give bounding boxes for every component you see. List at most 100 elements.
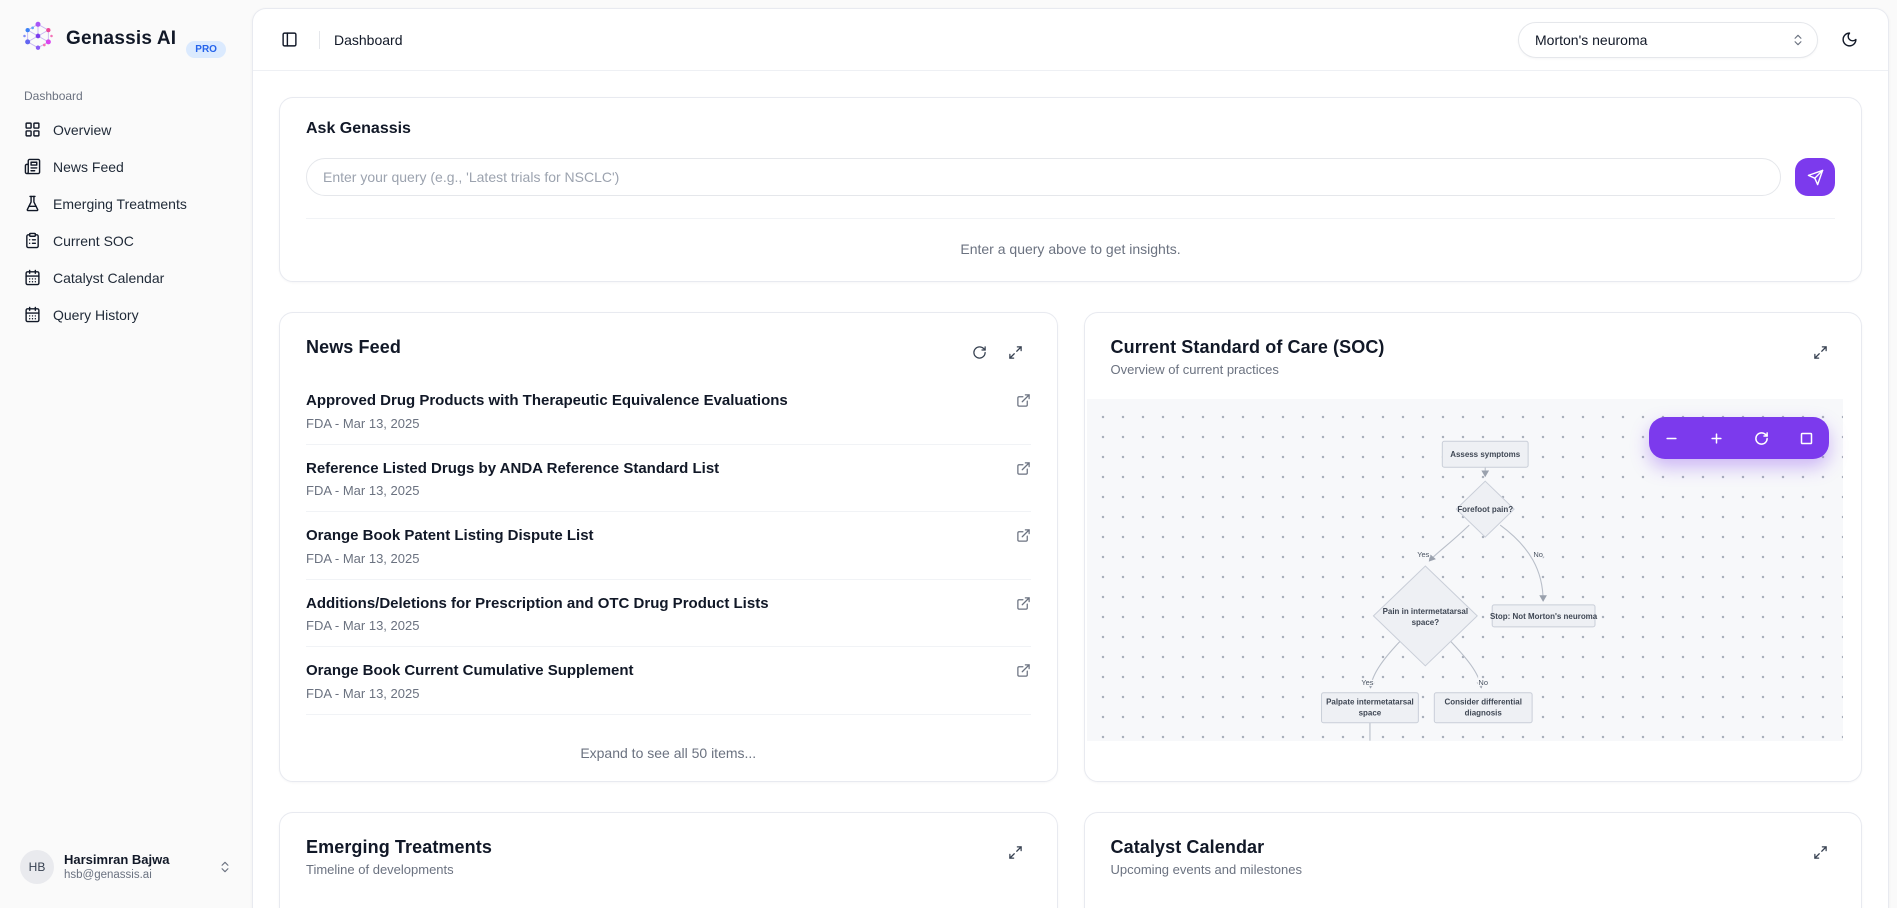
- emerging-expand-button[interactable]: [1001, 837, 1031, 867]
- svg-text:Pain in intermetatarsal: Pain in intermetatarsal: [1382, 607, 1467, 616]
- flowchart-node-stop-not-mortons[interactable]: Stop: Not Morton's neuroma: [1489, 605, 1597, 627]
- main-row: News Feed: [279, 312, 1862, 782]
- svg-text:diagnosis: diagnosis: [1464, 709, 1502, 718]
- flowchart-node-palpate-space[interactable]: Palpate intermetatarsal space: [1321, 693, 1418, 723]
- news-item-title: Approved Drug Products with Therapeutic …: [306, 391, 1002, 411]
- soc-header: Current Standard of Care (SOC) Overview …: [1085, 313, 1862, 387]
- brand: Genassis AI PRO: [12, 14, 240, 59]
- soc-title: Current Standard of Care (SOC): [1111, 337, 1806, 358]
- user-email: hsb@genassis.ai: [64, 868, 208, 882]
- soc-subtitle: Overview of current practices: [1111, 362, 1806, 377]
- news-item-source: FDA - Mar 13, 2025: [306, 686, 1002, 701]
- news-item-source: FDA - Mar 13, 2025: [306, 416, 1002, 431]
- flask-icon: [24, 195, 41, 212]
- clipboard-icon: [24, 232, 41, 249]
- maximize-icon: [1813, 845, 1828, 860]
- square-icon: [1799, 431, 1814, 446]
- plus-icon: [1709, 431, 1724, 446]
- flowchart-node-assess-symptoms[interactable]: Assess symptoms: [1442, 441, 1528, 467]
- pro-badge: PRO: [186, 41, 226, 58]
- user-menu-button[interactable]: HB Harsimran Bajwa hsb@genassis.ai: [12, 842, 240, 892]
- news-expand-button[interactable]: [1001, 337, 1031, 367]
- zoom-in-button[interactable]: [1700, 421, 1734, 455]
- breadcrumb: Dashboard: [334, 32, 403, 48]
- svg-text:space?: space?: [1411, 618, 1439, 627]
- genassis-logo-icon: [20, 18, 56, 59]
- topbar: Dashboard Morton's neuroma: [253, 9, 1888, 71]
- reset-view-button[interactable]: [1745, 421, 1779, 455]
- soc-flowchart-canvas[interactable]: Yes No Yes No Assess symptoms Forefoot p…: [1087, 399, 1844, 741]
- moon-icon: [1841, 31, 1858, 48]
- current-soc-card: Current Standard of Care (SOC) Overview …: [1084, 312, 1863, 782]
- news-item[interactable]: Reference Listed Drugs by ANDA Reference…: [306, 445, 1031, 513]
- news-item-title: Additions/Deletions for Prescription and…: [306, 594, 1002, 614]
- sidebar-item-label: Current SOC: [53, 233, 134, 249]
- edge-label-yes: Yes: [1361, 678, 1373, 687]
- news-item[interactable]: Approved Drug Products with Therapeutic …: [306, 377, 1031, 445]
- svg-text:Stop: Not Morton's neuroma: Stop: Not Morton's neuroma: [1489, 612, 1597, 621]
- flowchart-node-intermetatarsal-pain[interactable]: Pain in intermetatarsal space?: [1373, 566, 1477, 666]
- news-expand-all[interactable]: Expand to see all 50 items...: [280, 725, 1057, 781]
- sidebar-item-label: Query History: [53, 307, 139, 323]
- panel-left-icon: [281, 31, 298, 48]
- catalyst-calendar-subtitle: Upcoming events and milestones: [1111, 862, 1806, 877]
- ask-genassis-title: Ask Genassis: [306, 120, 1835, 138]
- brand-name: Genassis AI: [66, 28, 176, 50]
- sidebar-item-label: News Feed: [53, 159, 124, 175]
- edge-label-no: No: [1478, 678, 1488, 687]
- news-feed-title: News Feed: [306, 337, 965, 358]
- theme-toggle-button[interactable]: [1830, 22, 1868, 58]
- avatar: HB: [20, 850, 54, 884]
- sidebar-item-label: Emerging Treatments: [53, 196, 187, 212]
- sidebar-item-news-feed[interactable]: News Feed: [12, 150, 240, 183]
- query-input[interactable]: [306, 158, 1781, 196]
- maximize-icon: [1813, 345, 1828, 360]
- flowchart-node-differential-diagnosis[interactable]: Consider differential diagnosis: [1434, 693, 1532, 723]
- external-link-icon[interactable]: [1016, 596, 1031, 611]
- news-item-title: Orange Book Patent Listing Dispute List: [306, 526, 1002, 546]
- zoom-out-button[interactable]: [1655, 421, 1689, 455]
- news-item[interactable]: Additions/Deletions for Prescription and…: [306, 580, 1031, 648]
- svg-text:Consider differential: Consider differential: [1444, 698, 1522, 707]
- fit-view-button[interactable]: [1790, 421, 1824, 455]
- soc-expand-button[interactable]: [1805, 337, 1835, 367]
- rotate-cw-icon: [1754, 431, 1769, 446]
- sidebar-toggle-button[interactable]: [273, 24, 305, 56]
- external-link-icon[interactable]: [1016, 393, 1031, 408]
- sidebar-item-catalyst-calendar[interactable]: Catalyst Calendar: [12, 261, 240, 294]
- svg-text:Forefoot pain?: Forefoot pain?: [1457, 505, 1513, 514]
- external-link-icon[interactable]: [1016, 528, 1031, 543]
- layout-grid-icon: [24, 121, 41, 138]
- sidebar-item-overview[interactable]: Overview: [12, 113, 240, 146]
- sidebar-item-label: Catalyst Calendar: [53, 270, 164, 286]
- emerging-treatments-card: Emerging Treatments Timeline of developm…: [279, 812, 1058, 908]
- sidebar-item-label: Overview: [53, 122, 111, 138]
- flowchart-controls: [1649, 417, 1829, 459]
- catalyst-expand-button[interactable]: [1805, 837, 1835, 867]
- chevrons-up-down-icon: [218, 860, 232, 874]
- svg-text:Assess symptoms: Assess symptoms: [1450, 450, 1521, 459]
- news-item-source: FDA - Mar 13, 2025: [306, 551, 1002, 566]
- news-feed-card: News Feed: [279, 312, 1058, 782]
- svg-text:space: space: [1358, 709, 1381, 718]
- topbar-right: Morton's neuroma: [1518, 22, 1868, 58]
- news-item-source: FDA - Mar 13, 2025: [306, 483, 1002, 498]
- catalyst-calendar-title: Catalyst Calendar: [1111, 837, 1806, 858]
- ask-genassis-card: Ask Genassis Enter a query above to get …: [279, 97, 1862, 282]
- indication-select[interactable]: Morton's neuroma: [1518, 22, 1818, 58]
- sidebar-item-current-soc[interactable]: Current SOC: [12, 224, 240, 257]
- edge-label-no: No: [1533, 550, 1543, 559]
- news-refresh-button[interactable]: [965, 337, 995, 367]
- sidebar-item-emerging-treatments[interactable]: Emerging Treatments: [12, 187, 240, 220]
- external-link-icon[interactable]: [1016, 663, 1031, 678]
- news-item[interactable]: Orange Book Patent Listing Dispute List …: [306, 512, 1031, 580]
- external-link-icon[interactable]: [1016, 461, 1031, 476]
- send-query-button[interactable]: [1795, 158, 1835, 196]
- catalyst-calendar-card: Catalyst Calendar Upcoming events and mi…: [1084, 812, 1863, 908]
- user-meta: Harsimran Bajwa hsb@genassis.ai: [64, 852, 208, 883]
- minus-icon: [1664, 431, 1679, 446]
- sidebar-footer: HB Harsimran Bajwa hsb@genassis.ai: [12, 842, 240, 892]
- news-item-title: Orange Book Current Cumulative Supplemen…: [306, 661, 1002, 681]
- sidebar-item-query-history[interactable]: Query History: [12, 298, 240, 331]
- news-item[interactable]: Orange Book Current Cumulative Supplemen…: [306, 647, 1031, 715]
